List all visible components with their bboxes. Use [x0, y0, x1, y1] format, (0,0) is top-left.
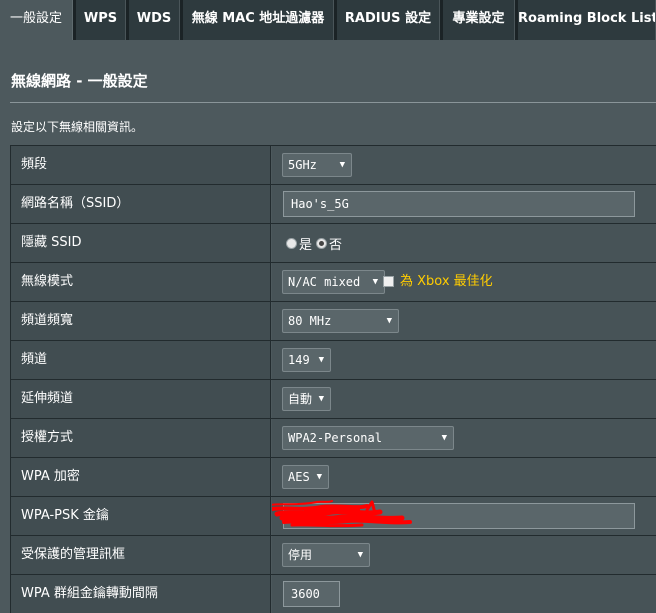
tab-wds[interactable]: WDS [129, 0, 180, 40]
row-extension-channel: 延伸頻道 自動 ▼ [10, 380, 656, 419]
row-hide-ssid: 隱藏 SSID 是 否 [10, 224, 656, 263]
wpa-encryption-label: WPA 加密 [11, 458, 271, 496]
tab-roaming-block-list[interactable]: Roaming Block List [518, 0, 656, 40]
group-key-interval-label: WPA 群組金鑰轉動間隔 [11, 575, 271, 613]
row-channel-bandwidth: 頻道頻寬 80 MHz ▼ [10, 302, 656, 341]
hide-ssid-no-radio[interactable] [316, 237, 328, 249]
wpa-encryption-select[interactable]: AES ▼ [282, 465, 329, 489]
extension-channel-select[interactable]: 自動 ▼ [282, 387, 331, 411]
tab-wps[interactable]: WPS [76, 0, 126, 40]
hide-ssid-yes-label: 是 [299, 237, 313, 253]
wireless-mode-label: 無線模式 [11, 263, 271, 301]
ssid-label: 網路名稱（SSID） [11, 185, 271, 223]
tab-mac-filter[interactable]: 無線 MAC 地址過濾器 [183, 0, 334, 40]
xbox-optimize-label[interactable]: 為 Xbox 最佳化 [400, 263, 493, 301]
chevron-down-icon: ▼ [318, 355, 324, 365]
ssid-input[interactable]: Hao's_5G [283, 191, 635, 217]
row-auth-method: 授權方式 WPA2-Personal ▼ [10, 419, 656, 458]
row-band: 頻段 5GHz ▼ [10, 146, 656, 185]
row-pmf: 受保護的管理訊框 停用 ▼ [10, 536, 656, 575]
chevron-down-icon: ▼ [339, 160, 345, 170]
tab-professional[interactable]: 專業設定 [443, 0, 515, 40]
group-key-interval-input[interactable]: 3600 [283, 581, 340, 607]
hide-ssid-label: 隱藏 SSID [11, 224, 271, 262]
pmf-select[interactable]: 停用 ▼ [282, 543, 370, 567]
band-select[interactable]: 5GHz ▼ [282, 153, 352, 177]
chevron-down-icon: ▼ [318, 394, 324, 404]
page-title: 無線網路 - 一般設定 [11, 72, 148, 90]
band-value: 5GHz [288, 158, 317, 172]
channel-bandwidth-label: 頻道頻寬 [11, 302, 271, 340]
hide-ssid-radio-group: 是 否 [286, 224, 346, 262]
chevron-down-icon: ▼ [441, 433, 447, 443]
tab-radius[interactable]: RADIUS 設定 [337, 0, 440, 40]
page-description: 設定以下無線相關資訊。 [11, 120, 144, 134]
channel-select[interactable]: 149 ▼ [282, 348, 331, 372]
channel-bandwidth-select[interactable]: 80 MHz ▼ [282, 309, 399, 333]
auth-method-value: WPA2-Personal [288, 431, 382, 445]
auth-method-select[interactable]: WPA2-Personal ▼ [282, 426, 454, 450]
row-ssid: 網路名稱（SSID） Hao's_5G [10, 185, 656, 224]
row-channel: 頻道 149 ▼ [10, 341, 656, 380]
pmf-value: 停用 [288, 548, 313, 562]
row-wpa-psk: WPA-PSK 金鑰 [10, 497, 656, 536]
row-wpa-encryption: WPA 加密 AES ▼ [10, 458, 656, 497]
extension-channel-label: 延伸頻道 [11, 380, 271, 418]
channel-bandwidth-value: 80 MHz [288, 314, 332, 328]
wpa-encryption-value: AES [288, 470, 310, 484]
wireless-mode-select[interactable]: N/AC mixed ▼ [282, 270, 385, 294]
redaction-scribble [272, 500, 412, 528]
chevron-down-icon: ▼ [372, 277, 378, 287]
wireless-mode-value: N/AC mixed [288, 275, 361, 289]
hide-ssid-no-label: 否 [329, 237, 343, 253]
chevron-down-icon: ▼ [386, 316, 392, 326]
pmf-label: 受保護的管理訊框 [11, 536, 271, 574]
row-group-key-interval: WPA 群組金鑰轉動間隔 3600 [10, 575, 656, 613]
chevron-down-icon: ▼ [316, 472, 322, 482]
tab-bar: 一般設定 WPS WDS 無線 MAC 地址過濾器 RADIUS 設定 專業設定… [0, 0, 656, 40]
tab-general[interactable]: 一般設定 [0, 0, 73, 40]
chevron-down-icon: ▼ [357, 550, 363, 560]
wpa-psk-label: WPA-PSK 金鑰 [11, 497, 271, 535]
extension-channel-value: 自動 [288, 392, 313, 406]
auth-method-label: 授權方式 [11, 419, 271, 457]
channel-value: 149 [288, 353, 310, 367]
band-label: 頻段 [11, 146, 271, 184]
xbox-optimize-checkbox[interactable] [383, 276, 394, 287]
hide-ssid-yes-radio[interactable] [286, 237, 297, 249]
row-wireless-mode: 無線模式 N/AC mixed ▼ 為 Xbox 最佳化 [10, 263, 656, 302]
title-divider [10, 102, 656, 103]
channel-label: 頻道 [11, 341, 271, 379]
settings-table: 頻段 5GHz ▼ 網路名稱（SSID） Hao's_5G 隱藏 SSID 是 … [10, 145, 656, 613]
